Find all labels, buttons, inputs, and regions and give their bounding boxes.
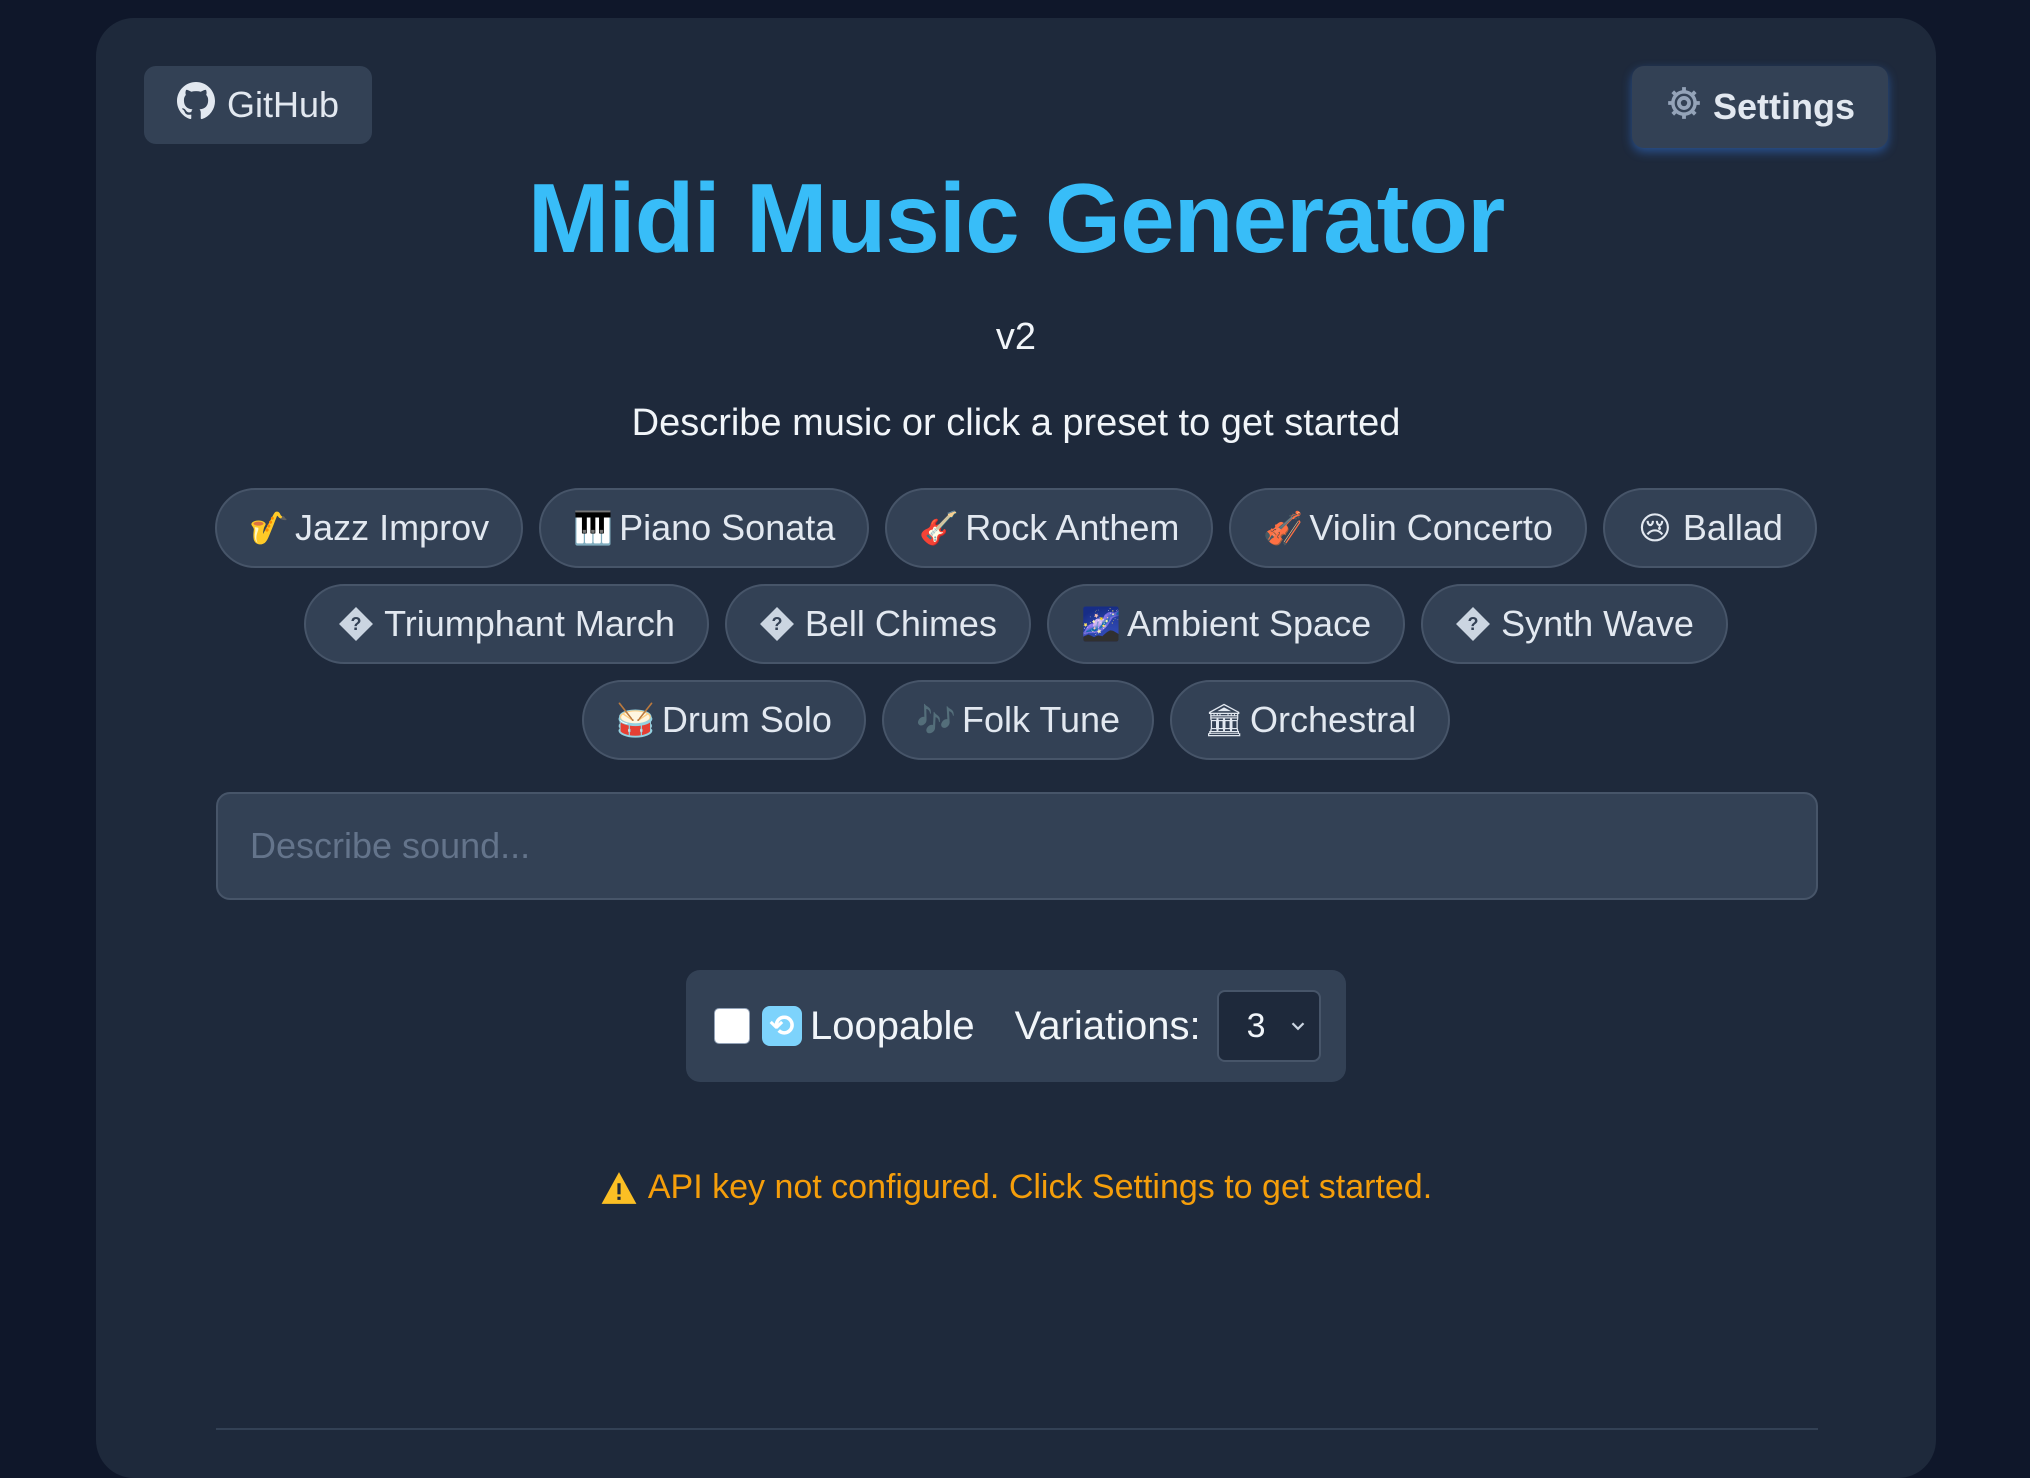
loopable-label: Loopable [810, 1003, 975, 1048]
missing-glyph-icon: ? [339, 607, 374, 641]
preset-label: Violin Concerto [1309, 507, 1553, 548]
preset-label: Folk Tune [961, 699, 1121, 740]
warning-icon [600, 1170, 638, 1206]
preset-triumphant-march[interactable]: ? Triumphant March [304, 584, 709, 664]
gear-icon [1665, 84, 1703, 131]
version-label: v2 [995, 316, 1037, 358]
options-panel: ⟲ Loopable Variations: 3 [686, 970, 1346, 1082]
search-field-wrapper [216, 792, 1818, 900]
variations-value: 3 [1246, 1006, 1266, 1045]
classical-building-icon: 🏛 [1204, 702, 1245, 738]
variations-label: Variations: [1014, 1003, 1201, 1048]
piano-icon: 🎹 [573, 510, 613, 546]
preset-label: Triumphant March [384, 603, 675, 644]
guitar-icon: 🎸 [919, 510, 960, 546]
preset-bell-chimes[interactable]: ? Bell Chimes [724, 584, 1031, 664]
repeat-icon: ⟲ [762, 1006, 802, 1046]
preset-label: Jazz Improv [295, 507, 490, 548]
preset-jazz-improv[interactable]: 🎷 Jazz Improv [215, 488, 524, 568]
loopable-checkbox[interactable] [714, 1008, 750, 1044]
preset-label: Piano Sonata [619, 507, 836, 548]
github-label: GitHub [226, 84, 340, 125]
preset-label: Bell Chimes [804, 603, 997, 644]
violin-icon: 🎻 [1263, 510, 1304, 546]
preset-folk-tune[interactable]: 🎶 Folk Tune [881, 680, 1155, 760]
api-key-warning: API key not configured. Click Settings t… [96, 1168, 1936, 1207]
preset-rock-anthem[interactable]: 🎸 Rock Anthem [885, 488, 1214, 568]
main-card: GitHub Settings Midi Music Generator v2 … [96, 18, 1936, 1478]
preset-piano-sonata[interactable]: 🎹 Piano Sonata [539, 488, 870, 568]
divider [216, 1428, 1818, 1430]
github-icon [176, 81, 215, 129]
preset-ambient-space[interactable]: 🌌 Ambient Space [1046, 584, 1406, 664]
missing-glyph-icon: ? [759, 607, 794, 641]
chevron-down-icon [1291, 1022, 1304, 1031]
warning-text: API key not configured. Click Settings t… [647, 1168, 1433, 1206]
preset-violin-concerto[interactable]: 🎻 Violin Concerto [1229, 488, 1587, 568]
music-notes-icon: 🎶 [915, 702, 956, 738]
preset-row: ? Triumphant March ? Bell Chimes 🌌 Ambie… [196, 584, 1836, 664]
variations-select[interactable]: 3 [1216, 990, 1321, 1062]
preset-list: 🎷 Jazz Improv 🎹 Piano Sonata 🎸 Rock Anth… [196, 488, 1836, 776]
page-title: Midi Music Generator [527, 163, 1506, 273]
preset-label: Drum Solo [661, 699, 832, 740]
preset-ballad[interactable]: 😢 Ballad [1602, 488, 1817, 568]
describe-sound-input[interactable] [218, 794, 1816, 898]
preset-row: 🥁 Drum Solo 🎶 Folk Tune 🏛 Orchestral [196, 680, 1836, 760]
github-button[interactable]: GitHub [144, 66, 372, 144]
preset-label: Rock Anthem [965, 507, 1180, 548]
preset-drum-solo[interactable]: 🥁 Drum Solo [581, 680, 866, 760]
settings-button[interactable]: Settings [1632, 66, 1888, 148]
saxophone-icon: 🎷 [249, 510, 289, 546]
subtitle: Describe music or click a preset to get … [631, 402, 1401, 444]
preset-label: Orchestral [1250, 699, 1417, 740]
crying-face-icon: 😢 [1638, 510, 1672, 546]
preset-label: Synth Wave [1501, 603, 1694, 644]
missing-glyph-icon: ? [1456, 607, 1491, 641]
preset-synth-wave[interactable]: ? Synth Wave [1421, 584, 1728, 664]
preset-label: Ballad [1682, 507, 1783, 548]
preset-row: 🎷 Jazz Improv 🎹 Piano Sonata 🎸 Rock Anth… [196, 488, 1836, 568]
milky-way-icon: 🌌 [1080, 606, 1121, 642]
drum-icon: 🥁 [615, 702, 656, 738]
preset-orchestral[interactable]: 🏛 Orchestral [1170, 680, 1451, 760]
preset-label: Ambient Space [1126, 603, 1372, 644]
settings-label: Settings [1712, 86, 1855, 127]
